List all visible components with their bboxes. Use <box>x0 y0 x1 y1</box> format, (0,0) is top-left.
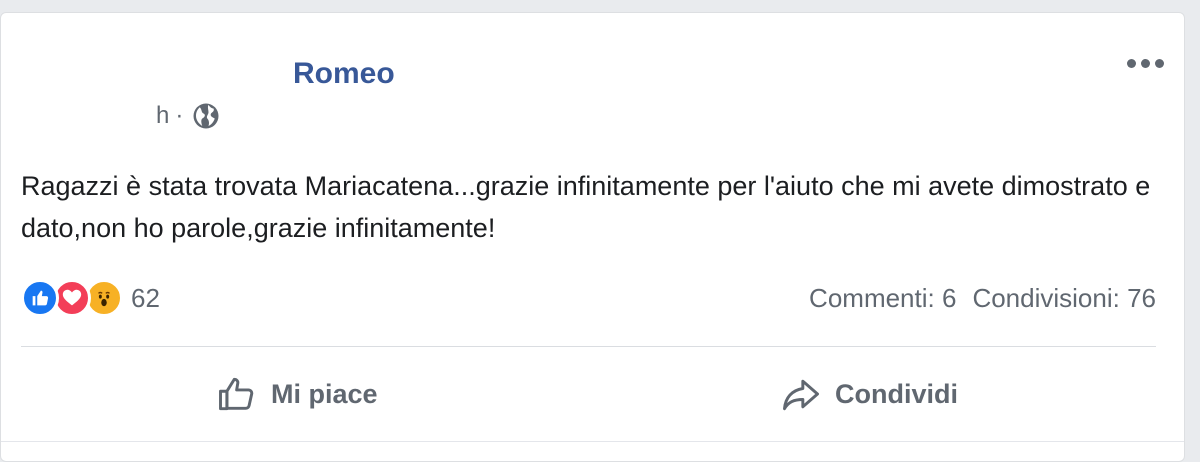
divider <box>21 346 1156 347</box>
globe-icon[interactable] <box>191 101 221 131</box>
more-options-icon[interactable] <box>1127 53 1164 74</box>
reaction-count[interactable]: 62 <box>131 283 160 314</box>
post-meta: h · <box>156 101 221 131</box>
reactions-summary[interactable]: 62 <box>21 279 160 317</box>
like-button-label: Mi piace <box>271 378 378 409</box>
card-bottom-divider <box>1 441 1184 442</box>
post-text: Ragazzi è stata trovata Mariacatena...gr… <box>21 171 1151 243</box>
post-stats: Commenti: 6 Condivisioni: 76 <box>809 283 1156 314</box>
shares-count[interactable]: Condivisioni: 76 <box>972 283 1156 314</box>
share-button-label: Condividi <box>835 378 958 409</box>
post-card: Romeo h · Ragazzi è stata trovata Mariac… <box>0 12 1185 462</box>
meta-separator: · <box>175 102 184 129</box>
thumbs-up-icon <box>219 377 254 411</box>
post-timestamp[interactable]: h <box>156 102 169 130</box>
share-arrow-icon <box>783 379 819 411</box>
post-author-name[interactable]: Romeo <box>293 57 395 91</box>
share-button[interactable]: Condividi <box>779 365 958 423</box>
like-reaction-icon <box>21 279 59 317</box>
comments-count[interactable]: Commenti: 6 <box>809 283 956 314</box>
like-button[interactable]: Mi piace <box>215 365 378 423</box>
